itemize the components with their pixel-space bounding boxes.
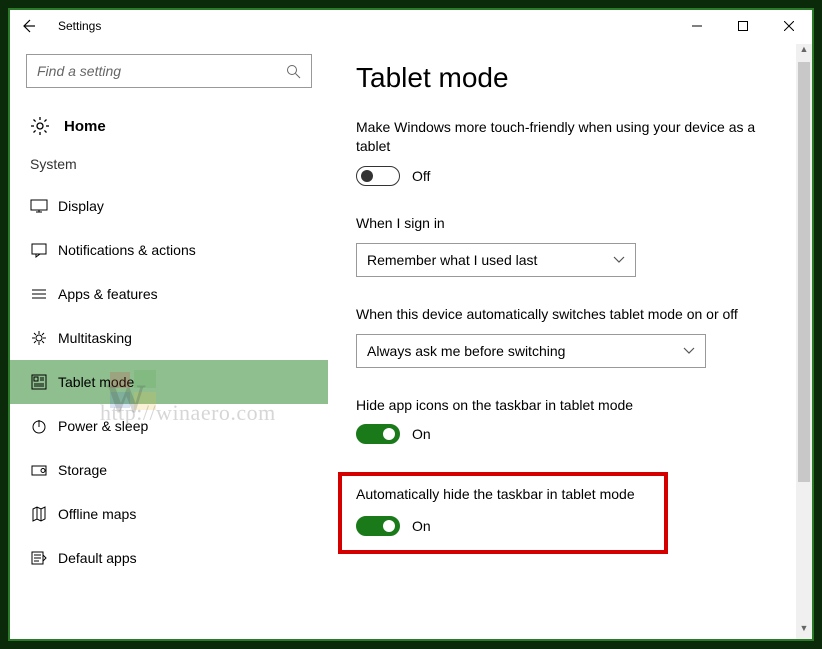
apps-icon <box>30 285 58 303</box>
hide-icons-toggle[interactable] <box>356 424 400 444</box>
sidebar-item-notifications-actions[interactable]: Notifications & actions <box>10 228 328 272</box>
settings-window: Settings Find a setting <box>8 8 814 641</box>
sidebar-item-label: Multitasking <box>58 330 132 346</box>
nav-list: Display Notifications & actions Apps & fea… <box>10 184 328 639</box>
switch-label: When this device automatically switches … <box>356 305 776 324</box>
section-label: System <box>10 152 328 180</box>
hide-icons-state: On <box>412 426 431 442</box>
hide-icons-label: Hide app icons on the taskbar in tablet … <box>356 396 776 415</box>
sidebar-item-power-sleep[interactable]: Power & sleep <box>10 404 328 448</box>
tablet-icon <box>30 373 58 391</box>
scroll-down-icon[interactable]: ▼ <box>796 623 812 639</box>
sidebar-item-label: Offline maps <box>58 506 136 522</box>
notifications-icon <box>30 241 58 259</box>
signin-label: When I sign in <box>356 214 776 233</box>
maximize-button[interactable] <box>720 10 766 42</box>
chevron-down-icon <box>613 256 625 264</box>
hide-taskbar-toggle[interactable] <box>356 516 400 536</box>
highlight-box: Automatically hide the taskbar in tablet… <box>338 472 668 554</box>
scrollbar[interactable]: ▲ ▼ <box>796 44 812 639</box>
sidebar-item-label: Apps & features <box>58 286 158 302</box>
default-apps-icon <box>30 549 58 567</box>
window-title: Settings <box>58 19 674 33</box>
sidebar-item-storage[interactable]: Storage <box>10 448 328 492</box>
sidebar-item-offline-maps[interactable]: Offline maps <box>10 492 328 536</box>
search-input[interactable]: Find a setting <box>26 54 312 88</box>
home-nav[interactable]: Home <box>10 108 328 152</box>
sidebar-item-label: Power & sleep <box>58 418 148 434</box>
sidebar-item-default-apps[interactable]: Default apps <box>10 536 328 580</box>
minimize-button[interactable] <box>674 10 720 42</box>
sidebar-item-label: Default apps <box>58 550 137 566</box>
page-title: Tablet mode <box>356 62 788 94</box>
back-button[interactable] <box>20 18 48 34</box>
gear-icon <box>30 116 50 136</box>
switch-select[interactable]: Always ask me before switching <box>356 334 706 368</box>
sidebar-item-label: Notifications & actions <box>58 242 196 258</box>
sidebar-item-tablet-mode[interactable]: Tablet mode <box>10 360 328 404</box>
display-icon <box>30 197 58 215</box>
signin-value: Remember what I used last <box>367 252 537 268</box>
scroll-thumb[interactable] <box>798 62 810 482</box>
content-pane: Tablet mode Make Windows more touch-frie… <box>328 42 812 639</box>
sidebar-item-multitasking[interactable]: Multitasking <box>10 316 328 360</box>
sidebar-item-display[interactable]: Display <box>10 184 328 228</box>
sidebar: Find a setting Home System Display Notifi… <box>10 42 328 639</box>
hide-icons-setting: Hide app icons on the taskbar in tablet … <box>356 396 788 445</box>
close-button[interactable] <box>766 10 812 42</box>
touch-friendly-label: Make Windows more touch-friendly when us… <box>356 118 776 156</box>
maps-icon <box>30 505 58 523</box>
storage-icon <box>30 461 58 479</box>
search-icon <box>286 64 301 79</box>
power-icon <box>30 417 58 435</box>
sidebar-item-label: Tablet mode <box>58 374 134 390</box>
chevron-down-icon <box>683 347 695 355</box>
signin-setting: When I sign in Remember what I used last <box>356 214 788 277</box>
multitasking-icon <box>30 329 58 347</box>
switch-value: Always ask me before switching <box>367 343 565 359</box>
home-label: Home <box>64 118 106 135</box>
search-placeholder: Find a setting <box>37 63 286 79</box>
touch-friendly-state: Off <box>412 168 430 184</box>
titlebar: Settings <box>10 10 812 42</box>
sidebar-item-label: Storage <box>58 462 107 478</box>
scroll-up-icon[interactable]: ▲ <box>796 44 812 60</box>
touch-friendly-toggle[interactable] <box>356 166 400 186</box>
hide-taskbar-state: On <box>412 518 431 534</box>
sidebar-item-apps-features[interactable]: Apps & features <box>10 272 328 316</box>
switch-setting: When this device automatically switches … <box>356 305 788 368</box>
hide-taskbar-label: Automatically hide the taskbar in tablet… <box>356 486 650 502</box>
signin-select[interactable]: Remember what I used last <box>356 243 636 277</box>
touch-friendly-setting: Make Windows more touch-friendly when us… <box>356 118 788 186</box>
sidebar-item-label: Display <box>58 198 104 214</box>
